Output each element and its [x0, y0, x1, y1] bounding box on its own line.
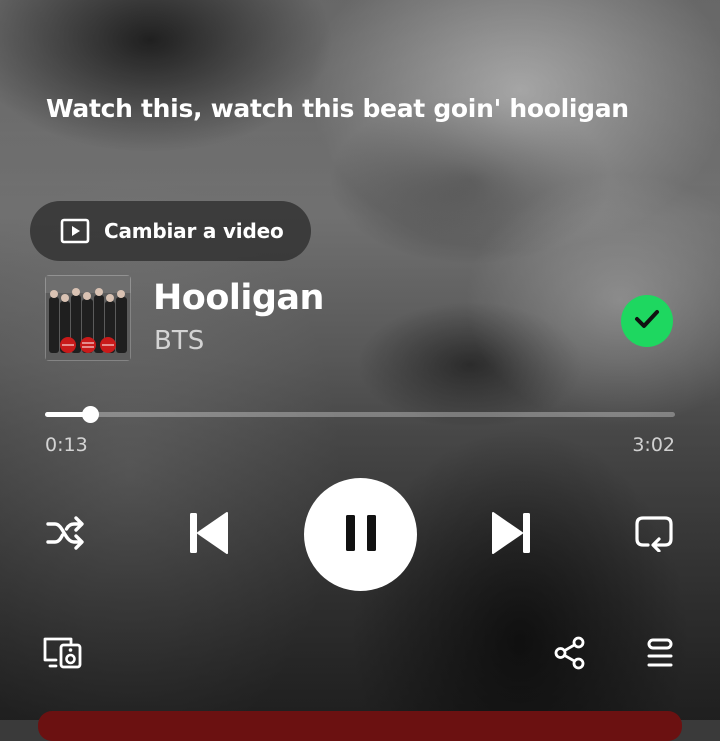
share-button[interactable]	[552, 636, 588, 674]
lyric-line[interactable]: Watch this, watch this beat goin' hoolig…	[46, 94, 629, 123]
track-artist[interactable]: BTS	[154, 326, 204, 356]
share-icon	[554, 636, 586, 674]
pause-icon	[345, 514, 377, 555]
check-icon	[634, 308, 660, 334]
track-title[interactable]: Hooligan	[153, 278, 324, 318]
switch-to-video-label: Cambiar a video	[104, 219, 284, 243]
elapsed-time: 0:13	[45, 434, 88, 456]
queue-button[interactable]	[640, 638, 680, 672]
play-square-icon	[60, 218, 90, 244]
pause-button[interactable]	[304, 478, 417, 591]
progress-track	[45, 412, 675, 417]
total-duration: 3:02	[632, 434, 675, 456]
progress-handle[interactable]	[81, 406, 99, 423]
connect-devices-icon	[41, 635, 83, 673]
skip-previous-icon	[188, 511, 228, 559]
connect-devices-button[interactable]	[40, 636, 84, 672]
saved-to-library-button[interactable]	[621, 295, 673, 347]
switch-to-video-button[interactable]: Cambiar a video	[30, 201, 311, 261]
previous-button[interactable]	[186, 512, 230, 558]
repeat-button[interactable]	[632, 513, 676, 557]
next-button[interactable]	[490, 512, 534, 558]
progress-bar[interactable]	[45, 406, 675, 423]
skip-next-icon	[492, 511, 532, 559]
queue-icon	[644, 638, 676, 672]
album-art[interactable]	[45, 275, 131, 361]
repeat-icon	[634, 514, 674, 556]
lyrics-card-edge[interactable]	[38, 711, 682, 741]
shuffle-button[interactable]	[44, 514, 88, 556]
shuffle-icon	[45, 515, 87, 555]
